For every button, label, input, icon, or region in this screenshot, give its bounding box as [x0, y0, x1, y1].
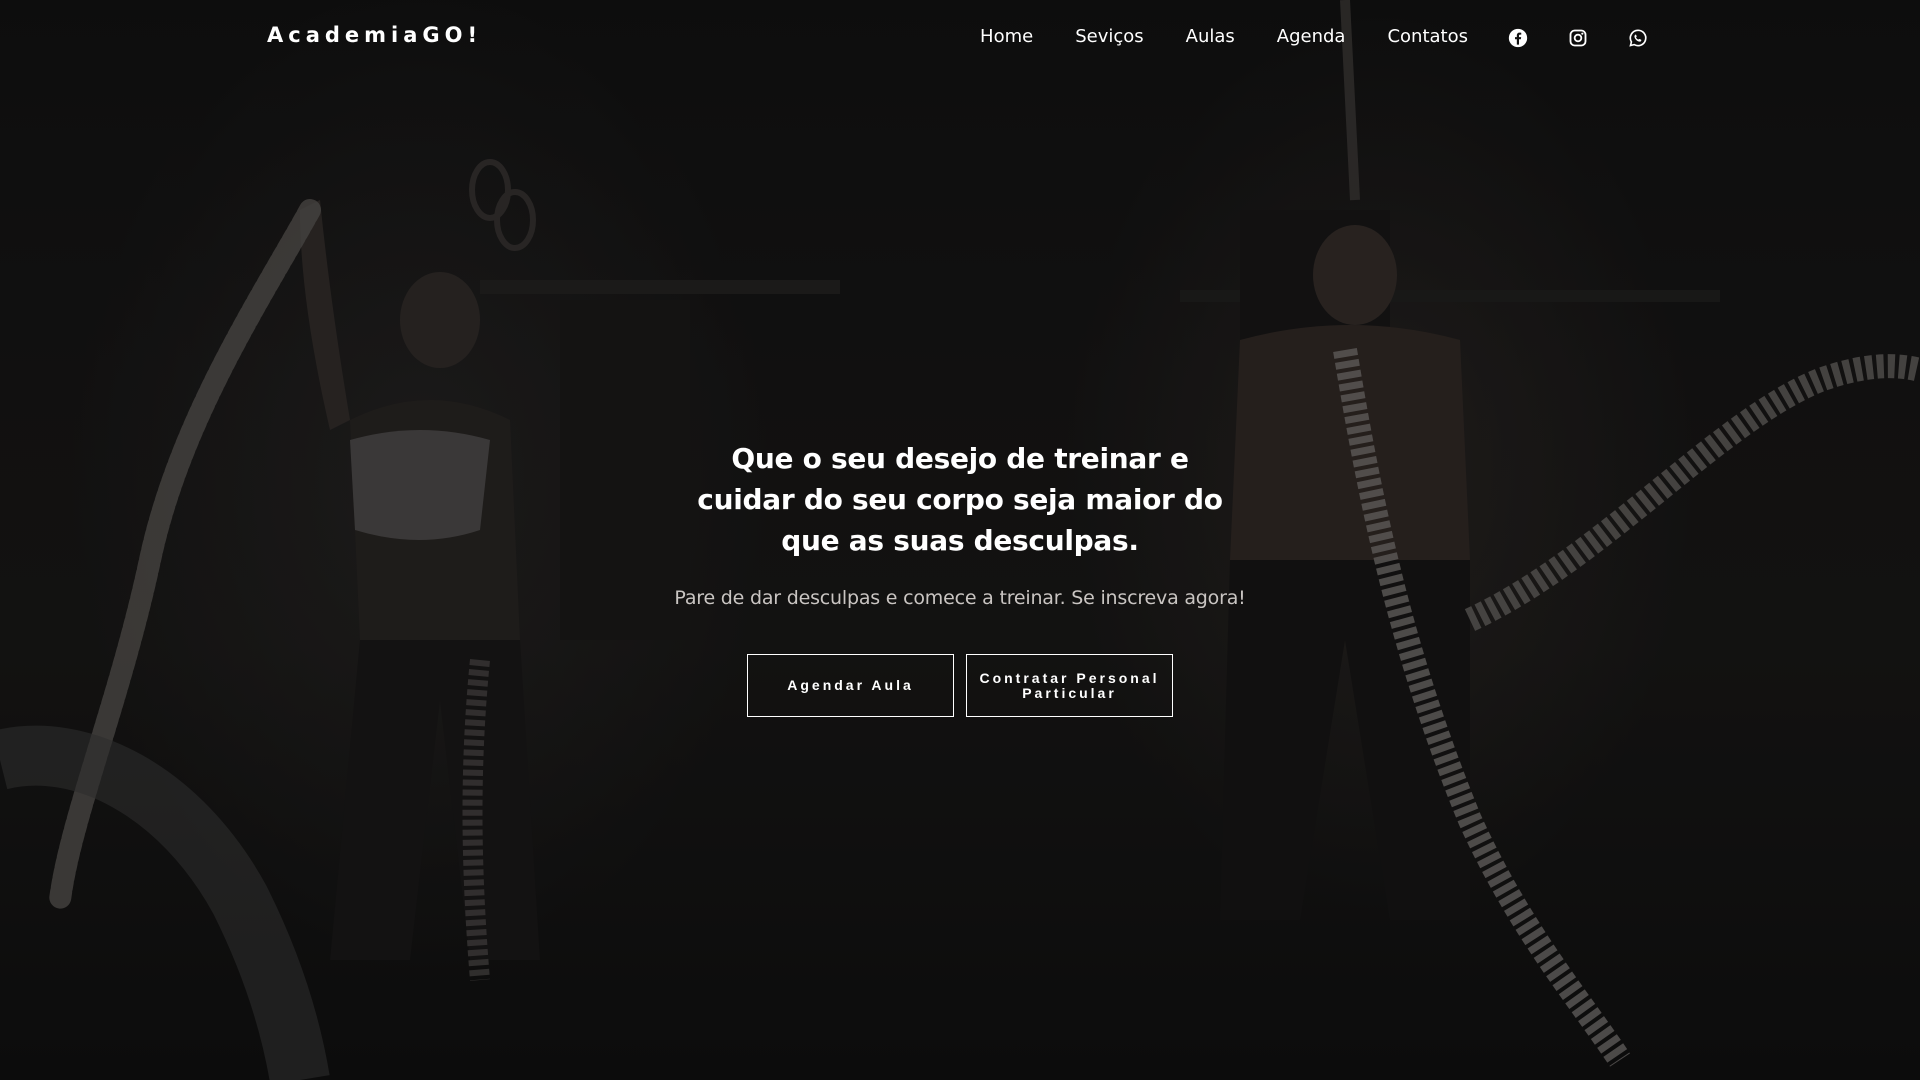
- nav-link-aulas[interactable]: Aulas: [1186, 24, 1235, 50]
- hero-buttons: Agendar Aula Contratar Personal Particul…: [0, 654, 1920, 717]
- brand-logo[interactable]: AcademiaGO!: [267, 23, 482, 47]
- hero-subtitle: Pare de dar desculpas e comece a treinar…: [674, 587, 1246, 609]
- whatsapp-icon[interactable]: [1628, 28, 1648, 48]
- nav-link-servicos[interactable]: Seviços: [1075, 24, 1143, 50]
- nav-link-contatos[interactable]: Contatos: [1387, 24, 1468, 50]
- nav-link-home[interactable]: Home: [980, 24, 1033, 50]
- navbar: AcademiaGO! Home Seviços Aulas Agenda Co…: [0, 0, 1920, 76]
- agendar-aula-button[interactable]: Agendar Aula: [747, 654, 954, 717]
- nav-link-agenda[interactable]: Agenda: [1277, 24, 1346, 50]
- contratar-personal-button[interactable]: Contratar Personal Particular: [966, 654, 1173, 717]
- hero-title: Que o seu desejo de treinar e cuidar do …: [697, 442, 1223, 557]
- instagram-icon[interactable]: [1568, 28, 1588, 48]
- nav-links: Home Seviços Aulas Agenda Contatos: [938, 24, 1648, 50]
- facebook-icon[interactable]: [1508, 28, 1528, 48]
- hero-content: Que o seu desejo de treinar e cuidar do …: [0, 438, 1920, 717]
